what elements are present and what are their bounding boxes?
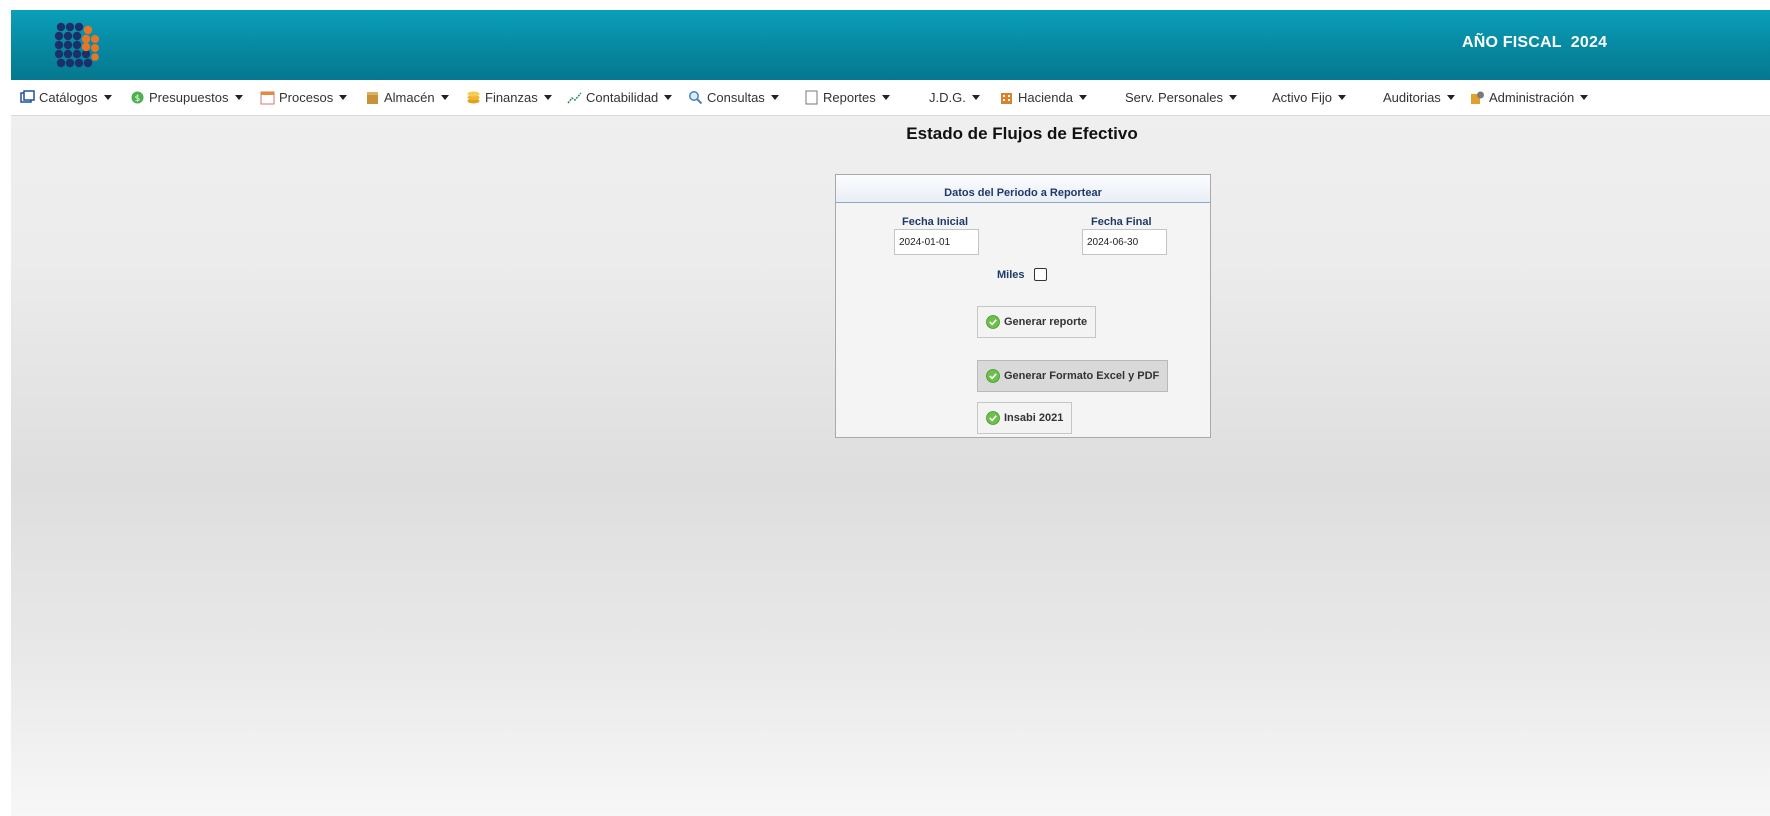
chevron-down-icon: [770, 95, 779, 100]
menu-presupuestos[interactable]: $ Presupuestos: [130, 80, 243, 115]
insabi-2021-button[interactable]: Insabi 2021: [977, 402, 1073, 434]
button-label: Insabi 2021: [1004, 412, 1064, 424]
menu-label: Presupuestos: [149, 90, 229, 105]
menu-procesos[interactable]: Procesos: [260, 80, 348, 115]
menu-label: Activo Fijo: [1272, 90, 1332, 105]
menu-administracion[interactable]: Administración: [1470, 80, 1589, 115]
miles-checkbox[interactable]: [1034, 268, 1047, 281]
check-circle-icon: [986, 369, 1000, 383]
menu-label: Contabilidad: [586, 90, 659, 105]
fecha-final-label: Fecha Final: [1091, 216, 1152, 228]
menu-label: Hacienda: [1018, 90, 1073, 105]
chevron-down-icon: [1446, 95, 1455, 100]
money-icon: $: [131, 91, 144, 104]
menu-reportes[interactable]: Reportes: [804, 80, 890, 115]
menu-label: Serv. Personales: [1125, 90, 1224, 105]
chevron-down-icon: [440, 95, 449, 100]
grid-dots-logo: [54, 22, 99, 68]
menu-label: Catálogos: [39, 90, 98, 105]
menu-label: J.D.G.: [929, 90, 966, 105]
chevron-down-icon: [103, 95, 112, 100]
box-icon: [367, 92, 378, 104]
menu-catalogos[interactable]: Catálogos: [20, 80, 112, 115]
button-label: Generar Formato Excel y PDF: [1004, 370, 1160, 382]
fecha-inicial-label: Fecha Inicial: [902, 216, 969, 228]
menu-label: Consultas: [707, 90, 765, 105]
menu-jdg[interactable]: J.D.G.: [929, 80, 980, 115]
check-circle-icon: [986, 411, 1000, 425]
chevron-down-icon: [1337, 95, 1346, 100]
menu-finanzas[interactable]: Finanzas: [466, 80, 552, 115]
menu-label: Administración: [1489, 90, 1575, 105]
button-label: Generar reporte: [1004, 316, 1088, 328]
miles-label: Miles: [997, 269, 1025, 281]
magnifier-icon: [689, 91, 703, 105]
chevron-down-icon: [1580, 95, 1589, 100]
chevron-down-icon: [1229, 95, 1238, 100]
svg-text:$: $: [135, 94, 141, 104]
menu-consultas[interactable]: Consultas: [688, 80, 779, 115]
menu-auditorias[interactable]: Auditorias: [1383, 80, 1455, 115]
menu-label: Auditorias: [1383, 90, 1441, 105]
page-background: AÑO FISCAL 2024 Catálogos $ Presupuestos…: [11, 10, 1770, 816]
chevron-down-icon: [543, 95, 552, 100]
menu-hacienda[interactable]: Hacienda: [999, 80, 1087, 115]
check-circle-icon: [986, 315, 1000, 329]
menu-label: Procesos: [279, 90, 334, 105]
chevron-down-icon: [664, 95, 673, 100]
main-menu-bar: Catálogos $ Presupuestos Procesos Almacé…: [11, 80, 1770, 116]
fiscal-year-label: AÑO FISCAL 2024: [1462, 34, 1608, 51]
menu-almacen[interactable]: Almacén: [365, 80, 449, 115]
chevron-down-icon: [881, 95, 890, 100]
document-icon: [805, 90, 818, 105]
chevron-down-icon: [1078, 95, 1087, 100]
report-period-panel: Datos del Periodo a Reportear Fecha Inic…: [835, 174, 1211, 438]
generar-excel-pdf-button[interactable]: Generar Formato Excel y PDF: [977, 360, 1169, 392]
menu-label: Finanzas: [485, 90, 538, 105]
menu-contabilidad[interactable]: Contabilidad: [567, 80, 673, 115]
chevron-down-icon: [971, 95, 980, 100]
menu-serv-personales[interactable]: Serv. Personales: [1125, 80, 1238, 115]
top-header-bar: AÑO FISCAL 2024: [11, 10, 1770, 80]
menu-activo-fijo[interactable]: Activo Fijo: [1272, 80, 1346, 115]
fecha-inicial-input[interactable]: [894, 229, 979, 255]
chart-line-icon: [567, 92, 582, 104]
menu-label: Almacén: [384, 90, 435, 105]
page-title: Estado de Flujos de Efectivo: [906, 124, 1138, 143]
building-icon: [1001, 93, 1012, 104]
fecha-final-input[interactable]: [1082, 229, 1167, 255]
menu-label: Reportes: [823, 90, 876, 105]
generar-reporte-button[interactable]: Generar reporte: [977, 306, 1097, 338]
calendar-icon: [260, 91, 275, 105]
chevron-down-icon: [234, 95, 243, 100]
admin-icon: [1471, 91, 1484, 104]
window-icon: [20, 90, 35, 103]
chevron-down-icon: [339, 95, 348, 100]
coins-icon: [467, 91, 480, 104]
panel-heading: Datos del Periodo a Reportear: [836, 175, 1210, 203]
